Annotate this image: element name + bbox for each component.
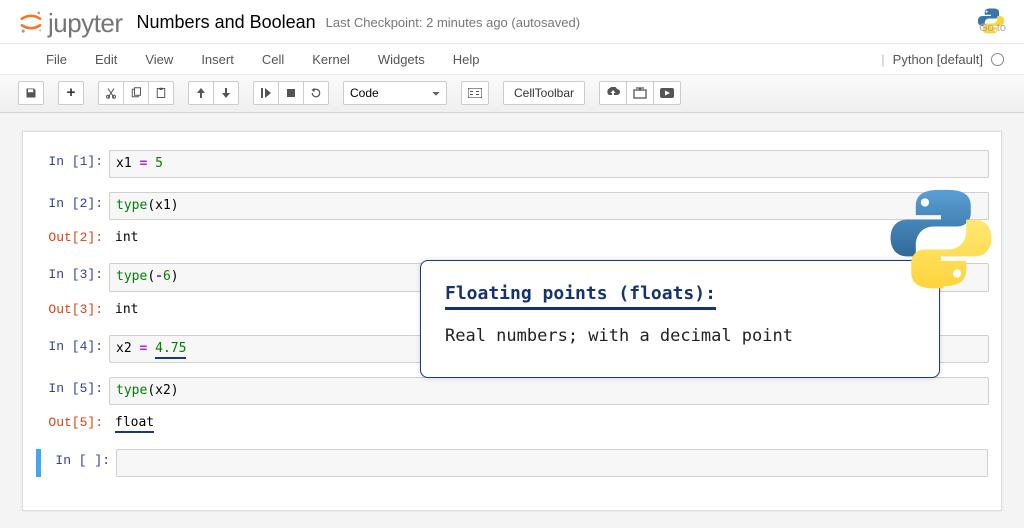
menu-widgets[interactable]: Widgets xyxy=(364,46,439,73)
kernel-name: Python [default] xyxy=(893,52,983,67)
upload-button[interactable] xyxy=(599,81,627,105)
kernel-idle-icon xyxy=(991,53,1004,66)
menubar: FileEditViewInsertCellKernelWidgetsHelp … xyxy=(0,43,1024,75)
callout-body: Real numbers; with a decimal point xyxy=(445,324,915,349)
command-palette-button[interactable] xyxy=(461,81,489,105)
code-input[interactable]: x1 = 5 xyxy=(109,150,989,178)
code-input[interactable]: type(x1) xyxy=(109,192,989,220)
menu-insert[interactable]: Insert xyxy=(187,46,248,73)
jupyter-wordmark: jupyter xyxy=(48,8,123,39)
in-prompt: In [ ]: xyxy=(42,449,116,477)
kernel-indicator[interactable]: | Python [default] xyxy=(881,52,1004,67)
in-prompt: In [4]: xyxy=(35,335,109,363)
code-cell[interactable]: In [2]:type(x1) xyxy=(35,192,989,220)
explanation-callout: Floating points (floats): Real numbers; … xyxy=(420,260,940,378)
celltoolbar-button[interactable]: CellToolbar xyxy=(503,81,585,105)
run-button[interactable] xyxy=(253,81,279,105)
code-input[interactable]: type(x2) xyxy=(109,377,989,405)
present-button[interactable] xyxy=(653,81,681,105)
code-cell[interactable]: In [5]:type(x2) xyxy=(35,377,989,405)
output-text: float xyxy=(109,411,989,434)
move-down-button[interactable] xyxy=(213,81,239,105)
paste-button[interactable] xyxy=(148,81,174,105)
menu-file[interactable]: File xyxy=(32,46,81,73)
open-button[interactable] xyxy=(626,81,654,105)
out-prompt: Out[2]: xyxy=(35,226,109,249)
restart-button[interactable] xyxy=(303,81,329,105)
output-row: Out[5]:float xyxy=(35,411,989,434)
code-cell[interactable]: In [1]:x1 = 5 xyxy=(35,150,989,178)
in-prompt: In [2]: xyxy=(35,192,109,220)
jupyter-logo[interactable]: jupyter xyxy=(18,6,123,39)
menu-help[interactable]: Help xyxy=(439,46,494,73)
in-prompt: In [3]: xyxy=(35,263,109,291)
output-text: int xyxy=(109,226,989,249)
in-prompt: In [1]: xyxy=(35,150,109,178)
save-button[interactable] xyxy=(18,81,44,105)
celltype-select[interactable]: Code xyxy=(343,81,447,105)
in-prompt: In [5]: xyxy=(35,377,109,405)
notebook-header: jupyter Numbers and Boolean Last Checkpo… xyxy=(0,0,1024,43)
out-prompt: Out[3]: xyxy=(35,298,109,321)
menu-cell[interactable]: Cell xyxy=(248,46,298,73)
goto-hint: Go to xyxy=(979,22,1006,34)
code-cell[interactable]: In [ ]: xyxy=(35,448,989,478)
interrupt-button[interactable] xyxy=(278,81,304,105)
cut-button[interactable] xyxy=(98,81,124,105)
menu-kernel[interactable]: Kernel xyxy=(298,46,364,73)
callout-title: Floating points (floats): xyxy=(445,283,716,310)
move-up-button[interactable] xyxy=(188,81,214,105)
jupyter-icon xyxy=(18,9,44,35)
insert-cell-button[interactable]: + xyxy=(58,81,84,105)
out-prompt: Out[5]: xyxy=(35,411,109,434)
copy-button[interactable] xyxy=(123,81,149,105)
toolbar: + Code xyxy=(0,75,1024,113)
code-input[interactable] xyxy=(116,449,988,477)
python-logo-large xyxy=(886,183,996,296)
menu-view[interactable]: View xyxy=(131,46,187,73)
checkpoint-text: Last Checkpoint: 2 minutes ago (autosave… xyxy=(326,15,580,30)
notebook-title[interactable]: Numbers and Boolean xyxy=(137,12,316,33)
menu-edit[interactable]: Edit xyxy=(81,46,131,73)
output-row: Out[2]:int xyxy=(35,226,989,249)
